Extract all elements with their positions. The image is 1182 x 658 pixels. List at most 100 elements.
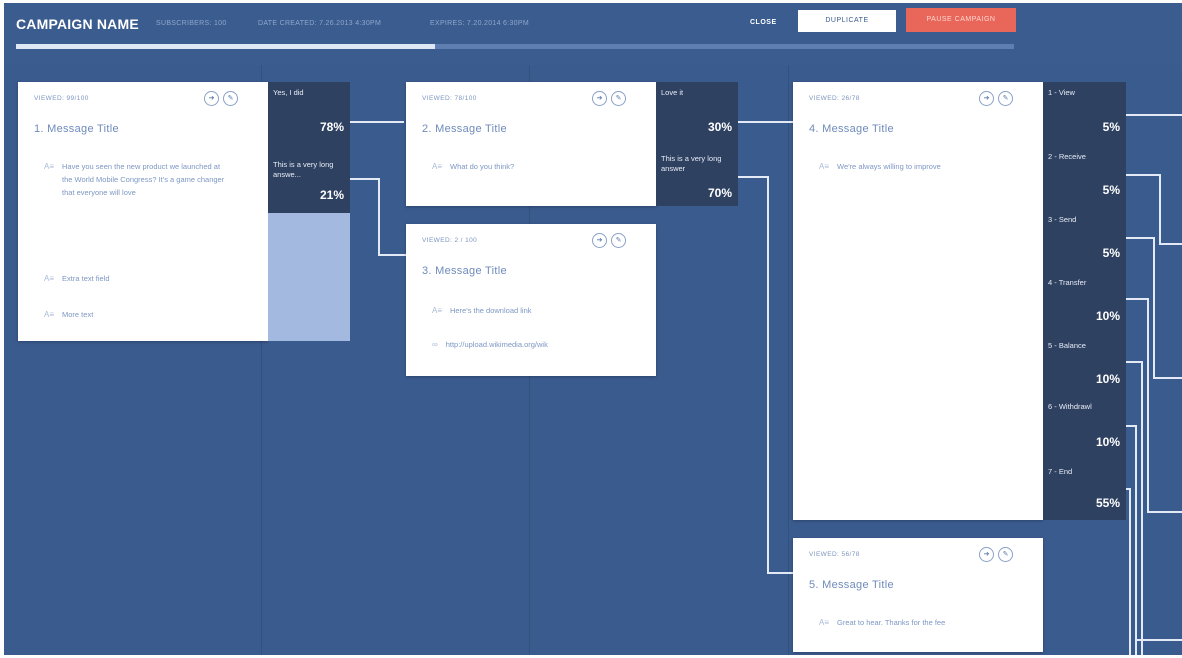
response-percent: 5%: [1102, 183, 1120, 197]
message-card-3[interactable]: VIEWED: 2 / 100 ➔ ✎ 3. Message Title A≡ …: [406, 224, 656, 376]
expires-date: EXPIRES: 7.20.2014 6:30PM: [430, 20, 529, 27]
response-percent: 70%: [707, 186, 732, 200]
message-title: 5. Message Title: [809, 579, 894, 591]
text-field[interactable]: A≡ Great to hear. Thanks for the fee: [819, 616, 1007, 629]
text-field-value: More text: [62, 310, 94, 319]
message-title: 2. Message Title: [422, 123, 507, 135]
edit-icon[interactable]: ✎: [998, 91, 1013, 106]
viewed-count: VIEWED: 99/100: [34, 95, 89, 102]
campaign-progress-bar: [16, 44, 1014, 49]
response-label: 3 - Send: [1048, 215, 1077, 224]
subscribers-count: SUBSCRIBERS: 100: [156, 20, 227, 27]
message-card-5[interactable]: VIEWED: 56/78 ➔ ✎ 5. Message Title A≡ Gr…: [793, 538, 1043, 652]
message-card-2[interactable]: VIEWED: 78/100 ➔ ✎ 2. Message Title A≡ W…: [406, 82, 656, 206]
response-percent: 30%: [707, 120, 732, 134]
response-label: 1 - View: [1048, 88, 1075, 97]
connector-line: [738, 121, 793, 123]
connector-line: [349, 121, 404, 123]
connector-line: [1159, 174, 1161, 244]
text-field-value: Great to hear. Thanks for the fee: [837, 618, 946, 627]
response-label: 5 - Balance: [1048, 341, 1086, 350]
text-field[interactable]: A≡ Extra text field: [44, 272, 232, 285]
card-actions: ➔ ✎: [592, 233, 626, 248]
connector-line: [1159, 243, 1182, 245]
text-field[interactable]: A≡ More text: [44, 308, 232, 321]
text-field-icon: A≡: [819, 162, 830, 171]
card-actions: ➔ ✎: [204, 91, 238, 106]
response-label: 2 - Receive: [1048, 152, 1086, 161]
connector-line: [1141, 361, 1143, 655]
connector-line: [1126, 114, 1182, 116]
response-percent: 21%: [319, 188, 344, 202]
viewed-count: VIEWED: 2 / 100: [422, 237, 478, 244]
card-actions: ➔ ✎: [592, 91, 626, 106]
share-icon[interactable]: ➔: [592, 91, 607, 106]
connector-line: [1135, 425, 1137, 655]
top-bar: CAMPAIGN NAME SUBSCRIBERS: 100 DATE CREA…: [4, 3, 1182, 65]
text-field[interactable]: A≡ Have you seen the new product we laun…: [44, 160, 232, 199]
connector-line: [1147, 511, 1182, 513]
response-label: 7 - End: [1048, 467, 1073, 476]
column-divider: [788, 65, 789, 655]
response-fill: [268, 213, 350, 341]
text-field[interactable]: A≡ We're always willing to improve: [819, 160, 1007, 173]
message-card-4[interactable]: VIEWED: 26/78 ➔ ✎ 4. Message Title A≡ We…: [793, 82, 1043, 520]
pause-campaign-button[interactable]: PAUSE CAMPAIGN: [906, 8, 1016, 32]
connector-line: [378, 254, 406, 256]
text-field-icon: A≡: [44, 274, 55, 283]
response-percent: 5%: [1102, 246, 1120, 260]
response-label: Yes, I did: [273, 88, 304, 97]
response-percent: 78%: [319, 120, 344, 134]
connector-line: [1153, 377, 1182, 379]
text-field-value: Have you seen the new product we launche…: [62, 162, 225, 197]
response-label: 6 - Withdrawl: [1048, 402, 1092, 411]
viewed-count: VIEWED: 56/78: [809, 551, 860, 558]
response-percent: 10%: [1095, 435, 1120, 449]
campaign-progress-fill: [16, 44, 436, 49]
text-field[interactable]: A≡ What do you think?: [432, 160, 620, 173]
message-title: 1. Message Title: [34, 123, 119, 135]
message-card-1[interactable]: VIEWED: 99/100 ➔ ✎ 1. Message Title A≡ H…: [18, 82, 268, 341]
text-field-icon: A≡: [432, 162, 443, 171]
link-icon: ∞: [432, 340, 438, 349]
text-field-value: Extra text field: [62, 274, 110, 283]
response-label: Love it: [661, 88, 684, 97]
text-field-value: We're always willing to improve: [837, 162, 941, 171]
edit-icon[interactable]: ✎: [611, 233, 626, 248]
connector-line: [767, 176, 769, 573]
connector-line: [738, 176, 768, 178]
edit-icon[interactable]: ✎: [223, 91, 238, 106]
response-panel-2: Love it 30% This is a very long answer 7…: [656, 82, 738, 206]
connector-line: [1126, 237, 1154, 239]
share-icon[interactable]: ➔: [979, 91, 994, 106]
share-icon[interactable]: ➔: [979, 547, 994, 562]
close-link[interactable]: CLOSE: [750, 19, 777, 26]
response-percent: 10%: [1095, 309, 1120, 323]
edit-icon[interactable]: ✎: [998, 547, 1013, 562]
connector-line: [1126, 174, 1160, 176]
share-icon[interactable]: ➔: [204, 91, 219, 106]
message-title: 4. Message Title: [809, 123, 894, 135]
text-field-icon: A≡: [819, 618, 830, 627]
duplicate-button[interactable]: DUPLICATE: [798, 10, 896, 32]
connector-line: [1126, 361, 1142, 363]
connector-line: [349, 178, 379, 180]
link-field[interactable]: ∞ http://upload.wikimedia.org/wik: [432, 338, 616, 351]
edit-icon[interactable]: ✎: [611, 91, 626, 106]
share-icon[interactable]: ➔: [592, 233, 607, 248]
viewed-count: VIEWED: 26/78: [809, 95, 860, 102]
connector-line: [1135, 639, 1182, 641]
response-label: This is a very long answer: [661, 154, 722, 173]
campaign-canvas: CAMPAIGN NAME SUBSCRIBERS: 100 DATE CREA…: [4, 3, 1182, 655]
response-percent: 5%: [1102, 120, 1120, 134]
message-title: 3. Message Title: [422, 265, 507, 277]
response-label: 4 - Transfer: [1048, 278, 1087, 287]
card-actions: ➔ ✎: [979, 91, 1013, 106]
text-field-value: Here's the download link: [450, 306, 532, 315]
response-label: This is a very long answe...: [273, 160, 334, 179]
link-field-value: http://upload.wikimedia.org/wik: [445, 340, 548, 349]
connector-line: [1126, 298, 1148, 300]
connector-line: [767, 572, 793, 574]
connector-line: [1147, 298, 1149, 512]
text-field[interactable]: A≡ Here's the download link: [432, 304, 620, 317]
